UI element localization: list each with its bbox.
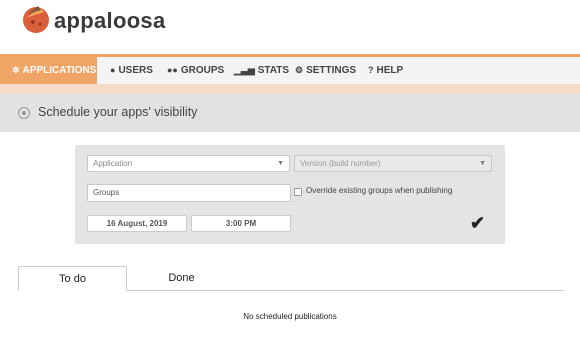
help-icon: ? <box>368 65 374 75</box>
nav-item-help[interactable]: ? HELP <box>368 57 403 84</box>
user-icon: ● <box>110 65 116 75</box>
tab-done[interactable]: Done <box>127 266 236 291</box>
empty-state-message: No scheduled publications <box>243 312 337 321</box>
nav-item-users[interactable]: ● USERS <box>110 57 153 84</box>
version-select[interactable]: Version (build number) ▼ <box>294 155 492 172</box>
date-picker[interactable]: 16 August, 2019 <box>87 215 187 232</box>
override-groups-checkbox[interactable] <box>294 188 302 196</box>
schedule-icon <box>18 107 30 119</box>
chevron-down-icon: ▼ <box>277 160 284 167</box>
page-title: Schedule your apps' visibility <box>38 105 198 119</box>
tab-to-do[interactable]: To do <box>18 266 127 291</box>
apps-icon: ✲ <box>12 65 20 75</box>
override-groups-label[interactable]: Override existing groups when publishing <box>306 186 452 195</box>
page-title-bar: Schedule your apps' visibility <box>0 94 580 132</box>
appaloosa-logo-icon[interactable] <box>20 2 52 34</box>
confirm-check-icon[interactable]: ✔ <box>470 213 485 234</box>
time-picker[interactable]: 3:00 PM <box>191 215 291 232</box>
groups-icon: ●● <box>167 65 178 75</box>
main-nav: ✲ APPLICATIONS ● USERS ●● GROUPS ▁▃▅ STATS ⚙… <box>0 54 580 84</box>
groups-input[interactable]: Groups <box>87 184 291 202</box>
chevron-down-icon: ▼ <box>479 160 486 167</box>
nav-item-groups[interactable]: ●● GROUPS <box>167 57 224 84</box>
schedule-tabs: To do Done <box>18 266 564 291</box>
nav-subbar <box>0 84 580 94</box>
nav-item-applications[interactable]: ✲ APPLICATIONS <box>0 57 97 84</box>
nav-item-settings[interactable]: ⚙ SETTINGS <box>295 57 356 84</box>
stats-icon: ▁▃▅ <box>234 65 255 75</box>
gear-icon: ⚙ <box>295 65 304 75</box>
nav-item-stats[interactable]: ▁▃▅ STATS <box>234 57 289 84</box>
application-select[interactable]: Application ▼ <box>87 155 290 172</box>
brand-name[interactable]: appaloosa <box>54 8 166 34</box>
app-header: appaloosa <box>0 0 580 54</box>
